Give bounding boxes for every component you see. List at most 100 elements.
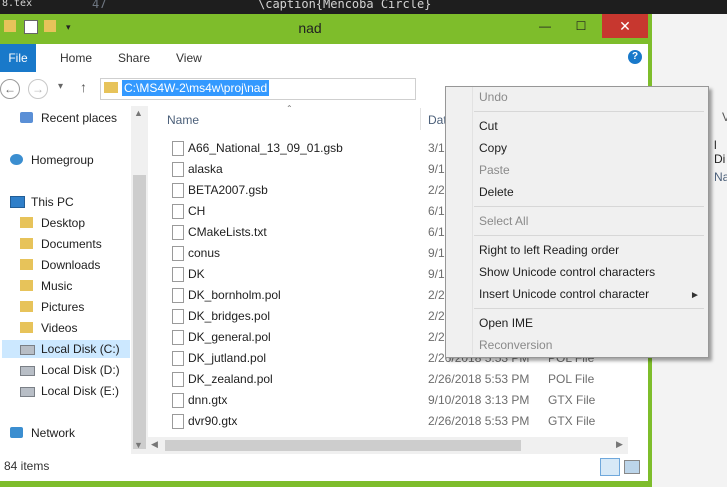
menu-item-show-unicode-control[interactable]: Show Unicode control characters bbox=[479, 263, 655, 281]
back-button[interactable]: ← bbox=[0, 79, 20, 99]
up-button[interactable]: ↑ bbox=[80, 79, 87, 95]
new-folder-icon[interactable] bbox=[44, 20, 56, 32]
file-name: DK_general.pol bbox=[188, 330, 271, 344]
nav-pane-scroll-thumb[interactable] bbox=[133, 175, 146, 449]
file-icon bbox=[172, 162, 184, 177]
file-icon bbox=[172, 414, 184, 429]
file-name: BETA2007.gsb bbox=[188, 183, 268, 197]
drive-icon bbox=[20, 366, 35, 376]
menu-item-copy[interactable]: Copy bbox=[479, 139, 507, 157]
file-icon bbox=[172, 309, 184, 324]
folder-icon bbox=[20, 280, 33, 291]
homegroup-icon bbox=[10, 154, 23, 165]
column-header-date[interactable]: Dat bbox=[428, 113, 447, 127]
nav-item-label: Network bbox=[31, 426, 76, 440]
menu-item-select-all[interactable]: Select All bbox=[479, 212, 528, 230]
file-name: alaska bbox=[188, 162, 223, 176]
file-icon bbox=[172, 351, 184, 366]
ribbon-bar bbox=[0, 44, 648, 73]
menu-item-insert-unicode-control[interactable]: Insert Unicode control character bbox=[479, 285, 649, 303]
quick-access-dropdown-icon[interactable]: ▾ bbox=[66, 22, 71, 33]
menu-item-cut[interactable]: Cut bbox=[479, 117, 498, 135]
menu-separator bbox=[474, 206, 704, 207]
file-row[interactable]: dnn.gtx 9/10/2018 3:13 PM GTX File bbox=[150, 390, 646, 411]
file-date: 2/26/2018 5:53 PM bbox=[428, 414, 530, 428]
menu-item-reconversion[interactable]: Reconversion bbox=[479, 336, 552, 354]
nav-item-label: Desktop bbox=[41, 216, 86, 230]
file-date: 9/1 bbox=[428, 246, 445, 260]
menu-item-delete[interactable]: Delete bbox=[479, 183, 514, 201]
address-input-selected-text[interactable]: C:\MS4W-2\ms4w\proj\nad bbox=[122, 80, 270, 96]
file-type: GTX File bbox=[548, 393, 596, 407]
column-header-name[interactable]: Name bbox=[167, 113, 199, 127]
file-name: DK_jutland.pol bbox=[188, 351, 267, 365]
properties-icon[interactable] bbox=[24, 20, 38, 34]
file-name: dvr90.gtx bbox=[188, 414, 238, 428]
column-divider[interactable] bbox=[420, 108, 421, 130]
nav-item-label: This PC bbox=[31, 195, 74, 209]
menu-item-undo[interactable]: Undo bbox=[479, 88, 508, 106]
file-name: DK bbox=[188, 267, 205, 281]
file-icon bbox=[172, 204, 184, 219]
file-date: 2/2 bbox=[428, 309, 445, 323]
editor-line-number: 47 bbox=[92, 0, 107, 11]
file-name: DK_bornholm.pol bbox=[188, 288, 281, 302]
tab-home[interactable]: Home bbox=[60, 44, 92, 72]
close-button[interactable]: ✕ bbox=[602, 14, 648, 38]
file-row[interactable]: dvr90.gtx 2/26/2018 5:53 PM GTX File bbox=[150, 411, 646, 432]
file-icon bbox=[172, 393, 184, 408]
file-date: 3/1 bbox=[428, 141, 445, 155]
file-date: 6/1 bbox=[428, 225, 445, 239]
maximize-button[interactable]: ☐ bbox=[564, 14, 598, 38]
menu-item-paste[interactable]: Paste bbox=[479, 161, 510, 179]
recent-locations-dropdown[interactable]: ▾ bbox=[58, 81, 63, 92]
file-name: dnn.gtx bbox=[188, 393, 228, 407]
network-icon bbox=[10, 427, 23, 438]
file-icon bbox=[172, 246, 184, 261]
tab-share[interactable]: Share bbox=[118, 44, 150, 72]
nav-item-label: Pictures bbox=[41, 300, 85, 314]
help-icon[interactable]: ? bbox=[628, 50, 642, 64]
background-tab-fragment: Vi bbox=[722, 110, 727, 124]
file-name: DK_zealand.pol bbox=[188, 372, 273, 386]
item-count: 84 items bbox=[4, 459, 50, 473]
menu-separator bbox=[474, 235, 704, 236]
sort-ascending-icon: ⌃ bbox=[286, 104, 293, 113]
window-title: nad bbox=[298, 20, 322, 36]
nav-item-local-disk-c[interactable]: Local Disk (C:) bbox=[2, 340, 130, 358]
nav-item-label: Videos bbox=[41, 321, 78, 335]
forward-button[interactable]: → bbox=[28, 79, 48, 99]
scroll-up-arrow-icon[interactable]: ▲ bbox=[134, 108, 143, 118]
file-date: 2/2 bbox=[428, 183, 445, 197]
nav-item-label: Downloads bbox=[41, 258, 101, 272]
folder-icon bbox=[20, 301, 33, 312]
file-name: CH bbox=[188, 204, 206, 218]
tab-file[interactable]: File bbox=[0, 44, 36, 72]
file-name: CMakeLists.txt bbox=[188, 225, 267, 239]
file-row[interactable]: DK_zealand.pol 2/26/2018 5:53 PM POL Fil… bbox=[150, 369, 646, 390]
details-view-icon[interactable] bbox=[600, 458, 620, 476]
file-icon bbox=[172, 141, 184, 156]
file-date: 2/26/2018 5:53 PM bbox=[428, 372, 530, 386]
nav-item-label: Recent places bbox=[41, 111, 118, 125]
menu-item-open-ime[interactable]: Open IME bbox=[479, 314, 533, 332]
scroll-down-arrow-icon[interactable]: ▼ bbox=[134, 440, 143, 450]
file-type: GTX File bbox=[548, 414, 596, 428]
submenu-arrow-icon: ► bbox=[690, 290, 700, 301]
large-icons-view-icon[interactable] bbox=[624, 460, 640, 474]
background-column-fragment: Na bbox=[714, 170, 727, 184]
nav-item-label: Homegroup bbox=[31, 153, 94, 167]
tab-view[interactable]: View bbox=[176, 44, 202, 72]
scroll-right-arrow-icon[interactable]: ▶ bbox=[616, 439, 623, 450]
nav-item-label: Local Disk (E:) bbox=[41, 384, 120, 398]
recent-places-icon bbox=[20, 112, 33, 123]
horizontal-scroll-thumb[interactable] bbox=[165, 440, 521, 451]
scroll-left-arrow-icon[interactable]: ◀ bbox=[151, 439, 158, 450]
folder-icon bbox=[104, 82, 118, 93]
minimize-button[interactable]: — bbox=[528, 14, 562, 38]
editor-tab-label: 8.tex bbox=[2, 0, 33, 9]
drive-icon bbox=[20, 387, 35, 397]
nav-item-label: Music bbox=[41, 279, 73, 293]
background-label-fragment: l Di bbox=[714, 138, 726, 166]
menu-item-rtl-reading-order[interactable]: Right to left Reading order bbox=[479, 241, 619, 259]
